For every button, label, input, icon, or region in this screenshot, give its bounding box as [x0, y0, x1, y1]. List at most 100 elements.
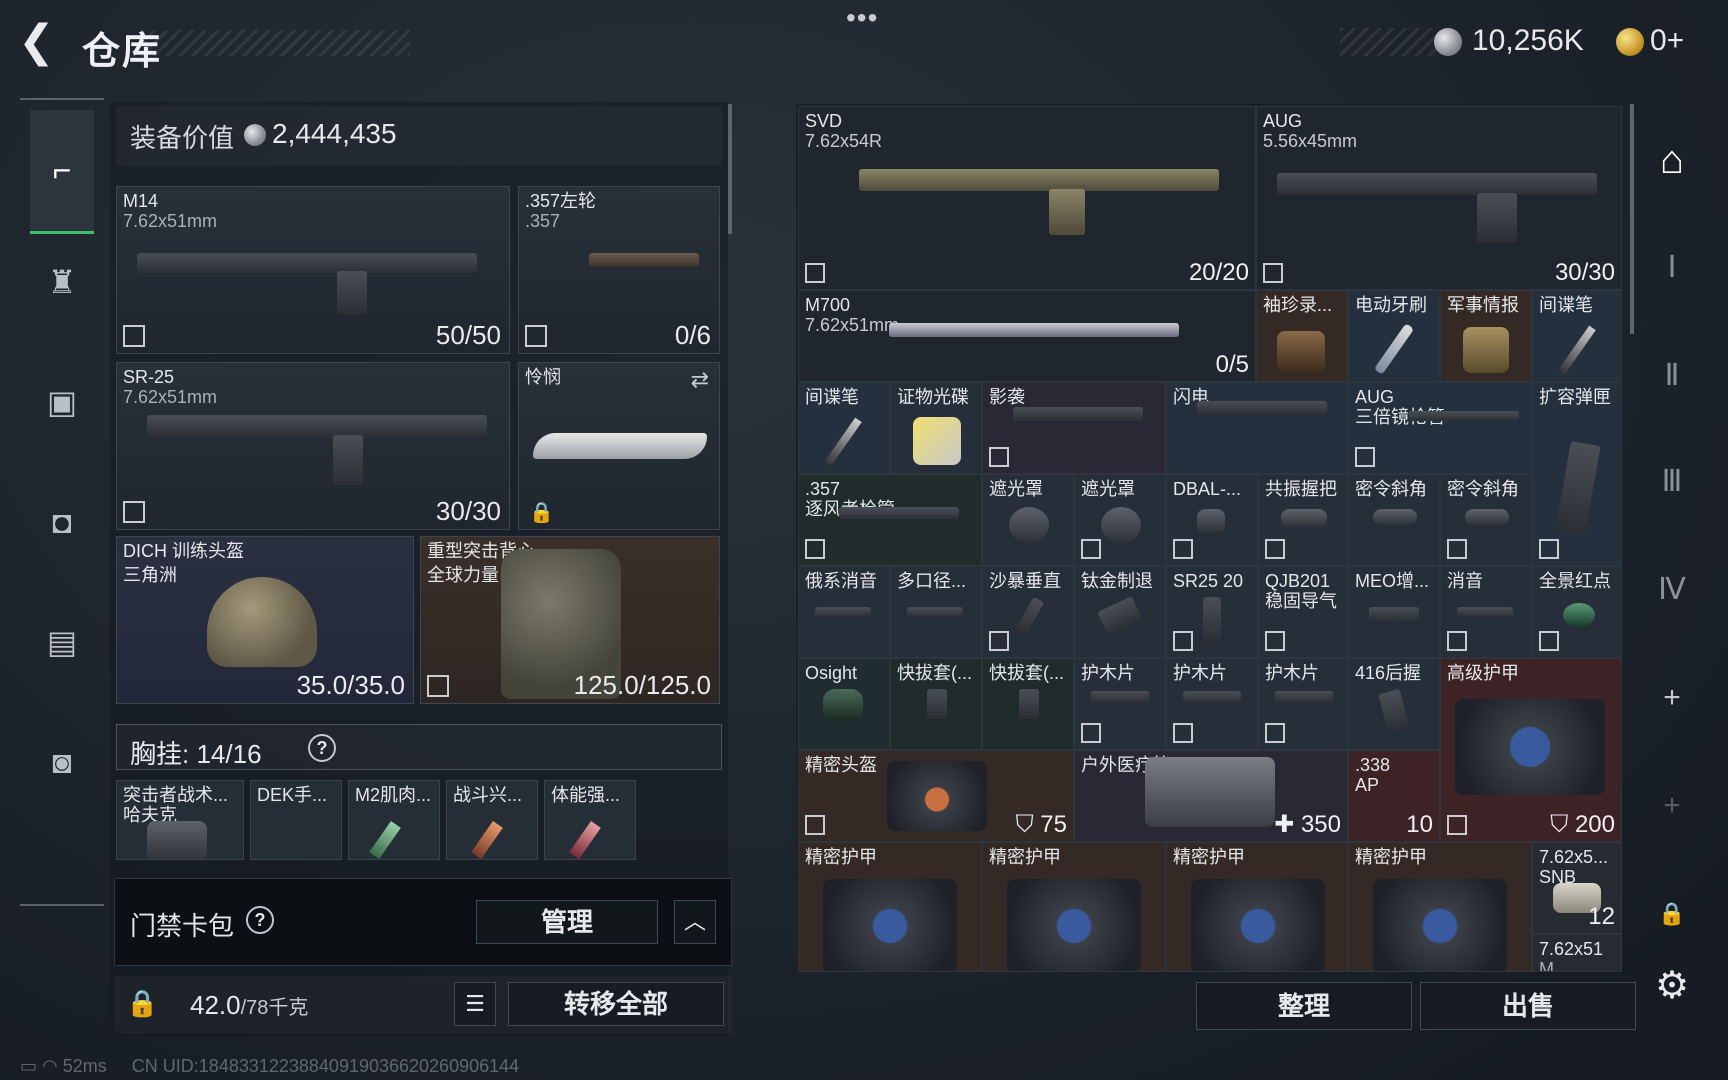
- storage-item[interactable]: SR25 20: [1166, 566, 1258, 658]
- secondary-weapon-slot[interactable]: SR-25 7.62x51mm 30/30: [116, 362, 510, 530]
- storage-item[interactable]: 闪电: [1166, 382, 1348, 474]
- extension-3-icon[interactable]: Ⅲ: [1646, 456, 1698, 508]
- extension-4-icon[interactable]: Ⅳ: [1646, 564, 1698, 616]
- no-drag-icon: [1173, 723, 1193, 743]
- storage-item-precision-helmet[interactable]: 精密头盔 ⛉ 75: [798, 750, 1074, 842]
- keybag-help-icon[interactable]: ?: [246, 906, 274, 934]
- item-name: 影袭: [989, 387, 1025, 407]
- storage-item-aug[interactable]: AUG 5.56x45mm 30/30: [1256, 106, 1622, 290]
- rig-item[interactable]: M2肌肉...: [348, 780, 440, 860]
- storage-item[interactable]: 护木片: [1074, 658, 1166, 750]
- storage-item[interactable]: 全景红点: [1532, 566, 1622, 658]
- storage-item[interactable]: 遮光罩: [982, 474, 1074, 566]
- storage-item[interactable]: 扩容弹匣: [1532, 382, 1622, 566]
- storage-item[interactable]: 消音: [1440, 566, 1532, 658]
- storage-item-m700[interactable]: M700 7.62x51mm 0/5: [798, 290, 1256, 382]
- helmet-image: [887, 761, 987, 831]
- transfer-all-button[interactable]: 转移全部: [508, 982, 724, 1026]
- storage-item[interactable]: 证物光碟: [890, 382, 982, 474]
- nav-backpack[interactable]: ◘: [30, 490, 94, 554]
- storage-item-precision-armor[interactable]: 精密护甲: [1348, 842, 1532, 972]
- storage-item[interactable]: 快拔套(...: [982, 658, 1074, 750]
- ammo-count: 30/30: [1554, 259, 1615, 286]
- storage-item[interactable]: 俄系消音: [798, 566, 890, 658]
- item-name: 7.62x51: [1539, 939, 1604, 959]
- extension-2-icon[interactable]: Ⅱ: [1646, 350, 1698, 402]
- storage-item[interactable]: 电动牙刷: [1348, 290, 1440, 382]
- storage-item-svd[interactable]: SVD 7.62x54R 20/20: [798, 106, 1256, 290]
- more-menu-icon[interactable]: •••: [846, 2, 878, 34]
- manage-button[interactable]: 管理: [476, 900, 658, 944]
- rig-item[interactable]: 战斗兴...: [446, 780, 538, 860]
- sort-button[interactable]: 整理: [1196, 982, 1412, 1030]
- storage-item[interactable]: 袖珍录...: [1256, 290, 1348, 382]
- stock-image: [1197, 401, 1327, 415]
- nav-weapons[interactable]: ⌐: [30, 110, 94, 234]
- storage-item[interactable]: AUG 三倍镜枪管: [1348, 382, 1532, 474]
- extension-1-icon[interactable]: Ⅰ: [1646, 242, 1698, 294]
- storage-item[interactable]: 7.62x51 M...: [1532, 934, 1622, 972]
- storage-item[interactable]: 影袭: [982, 382, 1166, 474]
- sell-button[interactable]: 出售: [1420, 982, 1636, 1030]
- money-balance[interactable]: 10,256K: [1472, 24, 1584, 58]
- lock-icon[interactable]: 🔒: [1646, 888, 1698, 940]
- equipment-scrollbar[interactable]: [728, 104, 732, 234]
- storage-item[interactable]: 密令斜角: [1348, 474, 1440, 566]
- swap-icon[interactable]: ⇄: [691, 367, 709, 393]
- warehouse-icon[interactable]: ⌂: [1646, 134, 1698, 186]
- armor-slot[interactable]: 重型突击背心 全球力量 125.0/125.0: [420, 536, 720, 704]
- storage-item-precision-armor[interactable]: 精密护甲: [982, 842, 1166, 972]
- storage-item[interactable]: .338 AP 10: [1348, 750, 1440, 842]
- storage-item[interactable]: 护木片: [1258, 658, 1348, 750]
- storage-item[interactable]: .357 逐风者枪管: [798, 474, 982, 566]
- storage-item[interactable]: 军事情报: [1440, 290, 1532, 382]
- nav-briefcase[interactable]: ◙: [30, 730, 94, 794]
- rig-help-icon[interactable]: ?: [308, 734, 336, 762]
- add-icon[interactable]: +: [1646, 672, 1698, 724]
- storage-item[interactable]: QJB201 稳固导气: [1258, 566, 1348, 658]
- storage-item-precision-armor[interactable]: 精密护甲: [798, 842, 982, 972]
- storage-item[interactable]: Osight: [798, 658, 890, 750]
- plus-icon: ✚: [1274, 811, 1295, 838]
- storage-item[interactable]: 沙暴垂直: [982, 566, 1074, 658]
- mount-image: [927, 689, 947, 719]
- storage-item[interactable]: 7.62x5... SNB 12: [1532, 842, 1622, 934]
- storage-item[interactable]: 遮光罩: [1074, 474, 1166, 566]
- storage-item[interactable]: 间谍笔: [1532, 290, 1622, 382]
- settings-gear-icon[interactable]: ⚙: [1646, 960, 1698, 1012]
- back-button[interactable]: ❮: [18, 20, 62, 66]
- storage-item[interactable]: DBAL-...: [1166, 474, 1258, 566]
- storage-item[interactable]: 护木片: [1166, 658, 1258, 750]
- storage-item[interactable]: 密令斜角: [1440, 474, 1532, 566]
- storage-item-medkit[interactable]: 户外医疗箱 ✚ 350: [1074, 750, 1348, 842]
- armor-durability: 200: [1574, 811, 1615, 838]
- magazine-image: [1203, 597, 1221, 643]
- storage-item-precision-armor[interactable]: 精密护甲: [1166, 842, 1348, 972]
- storage-scrollbar[interactable]: [1630, 104, 1634, 334]
- handguard-image: [1275, 691, 1333, 703]
- helmet-slot[interactable]: DICH 训练头盔 三角洲 35.0/35.0: [116, 536, 414, 704]
- gold-balance[interactable]: 0+: [1650, 24, 1684, 58]
- rig-item[interactable]: 体能强...: [544, 780, 636, 860]
- chevron-up-icon[interactable]: ︿: [674, 900, 716, 944]
- nav-vest[interactable]: ▣: [30, 370, 94, 434]
- nav-armor[interactable]: ♜: [30, 250, 94, 314]
- weight-lock-icon[interactable]: 🔒: [126, 988, 158, 1022]
- storage-item[interactable]: 钛金制退: [1074, 566, 1166, 658]
- primary-weapon-slot[interactable]: M14 7.62x51mm 50/50: [116, 186, 510, 354]
- storage-item[interactable]: 多口径...: [890, 566, 982, 658]
- storage-item[interactable]: MEO增...: [1348, 566, 1440, 658]
- melee-slot[interactable]: 怜悯 ⇄ 🔒: [518, 362, 720, 530]
- storage-item-advanced-armor[interactable]: 高级护甲 ⛉ 200: [1440, 658, 1622, 842]
- rig-item[interactable]: DEK手...: [250, 780, 342, 860]
- sidearm-slot[interactable]: .357左轮 .357 0/6: [518, 186, 720, 354]
- list-icon[interactable]: ☰: [454, 982, 496, 1026]
- storage-item[interactable]: 共振握把: [1258, 474, 1348, 566]
- rig-item[interactable]: 突击者战术... 哈夫克: [116, 780, 244, 860]
- storage-item[interactable]: 快拔套(...: [890, 658, 982, 750]
- no-drag-icon: [989, 631, 1009, 651]
- nav-container[interactable]: ▤: [30, 610, 94, 674]
- storage-item[interactable]: 间谍笔: [798, 382, 890, 474]
- item-name: 间谍笔: [1539, 295, 1593, 315]
- storage-item[interactable]: 416后握: [1348, 658, 1440, 750]
